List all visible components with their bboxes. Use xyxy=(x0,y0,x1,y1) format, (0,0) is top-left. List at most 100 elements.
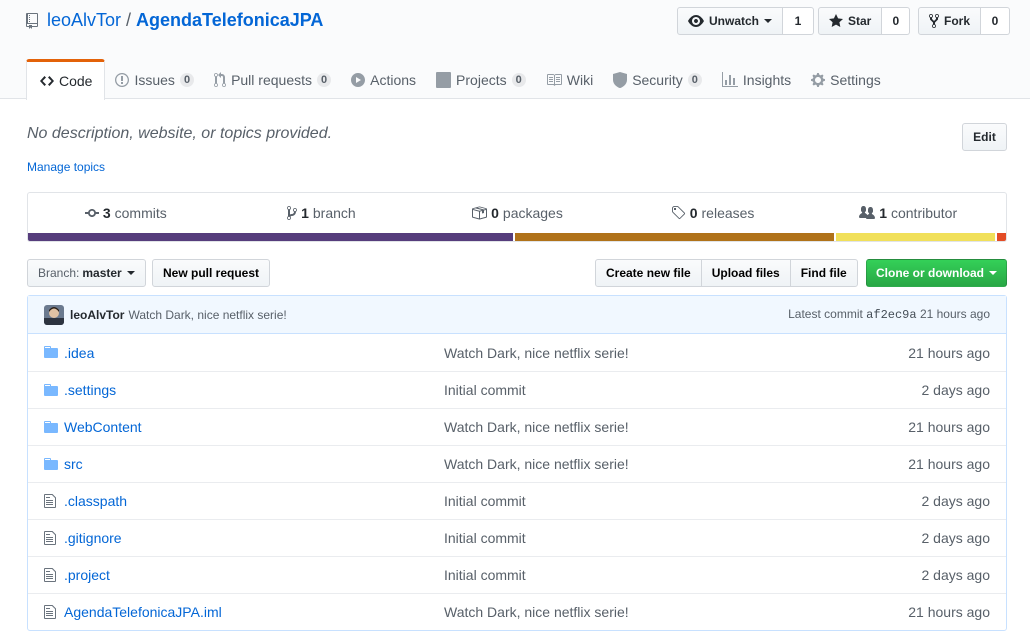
find-file-button[interactable]: Find file xyxy=(789,259,858,287)
file-commit-message[interactable]: Initial commit xyxy=(444,530,526,546)
file-commit-age: 21 hours ago xyxy=(908,419,990,435)
file-name-link[interactable]: .idea xyxy=(64,345,94,361)
releases-label: releases xyxy=(701,205,755,221)
file-commit-message[interactable]: Initial commit xyxy=(444,493,526,509)
file-name-link[interactable]: .gitignore xyxy=(64,530,122,546)
fork-label: Fork xyxy=(944,14,971,28)
tab-label: Insights xyxy=(742,71,792,88)
tab-label: Code xyxy=(59,73,93,89)
project-icon xyxy=(436,71,452,88)
repo-icon xyxy=(26,12,38,29)
package-icon xyxy=(472,206,488,220)
repo-owner-link[interactable]: leoAlvTor xyxy=(47,10,121,31)
repo-name-link[interactable]: AgendaTelefonicaJPA xyxy=(136,10,323,31)
tab-actions[interactable]: Actions xyxy=(341,59,426,100)
branch-count: 1 xyxy=(301,205,309,221)
file-name-link[interactable]: AgendaTelefonicaJPA.iml xyxy=(64,604,222,620)
file-name-link[interactable]: .settings xyxy=(64,382,116,398)
graph-icon xyxy=(721,71,738,87)
tab-issues[interactable]: Issues 0 xyxy=(105,59,204,100)
branch-name: master xyxy=(82,266,122,280)
file-commit-message[interactable]: Initial commit xyxy=(444,382,526,398)
releases-summary[interactable]: 0 releases xyxy=(615,205,811,221)
table-row: .settings Initial commit 2 days ago xyxy=(28,371,1006,408)
language-segment xyxy=(513,233,834,241)
tag-icon xyxy=(671,206,685,220)
latest-commit-prefix: Latest commit xyxy=(788,307,863,321)
file-commit-age: 21 hours ago xyxy=(908,344,990,361)
file-name-link[interactable]: WebContent xyxy=(64,419,142,435)
clone-label: Clone or download xyxy=(876,266,984,280)
file-commit-message[interactable]: Watch Dark, nice netflix serie! xyxy=(444,345,629,361)
file-commit-message[interactable]: Watch Dark, nice netflix serie! xyxy=(444,456,629,472)
tab-security[interactable]: Security 0 xyxy=(603,59,712,100)
new-pull-request-button[interactable]: New pull request xyxy=(152,259,271,287)
tab-projects[interactable]: Projects 0 xyxy=(426,59,536,100)
issues-counter: 0 xyxy=(179,72,195,87)
unwatch-label: Unwatch xyxy=(709,14,760,28)
file-commit-age: 2 days ago xyxy=(921,530,991,546)
star-button[interactable]: Star xyxy=(818,7,883,35)
gear-icon xyxy=(811,72,826,87)
tab-wiki[interactable]: Wiki xyxy=(536,59,603,100)
clone-or-download-button[interactable]: Clone or download xyxy=(866,259,1007,287)
file-commit-message[interactable]: Watch Dark, nice netflix serie! xyxy=(444,419,629,435)
tab-insights[interactable]: Insights xyxy=(712,59,801,100)
eye-icon xyxy=(688,15,704,27)
file-name-link[interactable]: .classpath xyxy=(64,493,127,509)
table-row: WebContent Watch Dark, nice netflix serie… xyxy=(28,408,1006,445)
commit-author[interactable]: leoAlvTor xyxy=(70,308,124,322)
file-name-link[interactable]: src xyxy=(64,456,83,472)
fork-button[interactable]: Fork xyxy=(918,7,982,35)
language-bar[interactable] xyxy=(28,233,1006,241)
branch-prefix: Branch: xyxy=(38,266,80,280)
tab-label: Issues xyxy=(134,71,175,88)
file-icon xyxy=(44,530,60,546)
commits-summary[interactable]: 3 commits xyxy=(28,205,224,221)
unwatch-button[interactable]: Unwatch xyxy=(677,7,784,35)
repo-title: leoAlvTor / AgendaTelefonicaJPA xyxy=(26,10,323,31)
contributors-summary[interactable]: 1 contributor xyxy=(810,205,1006,221)
latest-commit-bar: leoAlvTor Watch Dark, nice netflix serie… xyxy=(28,296,1006,334)
contributors-count: 1 xyxy=(879,205,887,221)
file-commit-message[interactable]: Watch Dark, nice netflix serie! xyxy=(444,604,629,620)
tab-pull-requests[interactable]: Pull requests 0 xyxy=(204,59,341,100)
people-icon xyxy=(859,206,876,219)
edit-description-button[interactable]: Edit xyxy=(962,123,1007,151)
packages-summary[interactable]: 0 packages xyxy=(419,205,615,221)
manage-topics-link[interactable]: Manage topics xyxy=(27,160,105,174)
repo-forked-icon xyxy=(929,13,939,29)
packages-label: packages xyxy=(502,205,563,221)
security-counter: 0 xyxy=(687,72,702,87)
tab-label: Security xyxy=(632,71,683,88)
git-branch-icon xyxy=(287,206,298,220)
commit-sha[interactable]: af2ec9a xyxy=(866,308,916,322)
folder-icon xyxy=(44,382,60,398)
upload-files-button[interactable]: Upload files xyxy=(700,259,791,287)
chevron-down-icon xyxy=(126,271,135,275)
commit-message[interactable]: Watch Dark, nice netflix serie! xyxy=(128,308,286,322)
stargazers-count[interactable]: 0 xyxy=(882,7,911,35)
shield-icon xyxy=(613,71,628,88)
tab-code[interactable]: Code xyxy=(26,59,106,100)
tab-settings[interactable]: Settings xyxy=(801,59,891,100)
issue-opened-icon xyxy=(115,72,130,87)
forks-count[interactable]: 0 xyxy=(981,7,1011,35)
branches-summary[interactable]: 1 branch xyxy=(224,205,420,221)
branch-label: branch xyxy=(312,205,356,221)
branch-select-button[interactable]: Branch: master xyxy=(27,259,146,287)
file-commit-message[interactable]: Initial commit xyxy=(444,567,526,583)
language-segment xyxy=(28,233,514,241)
table-row: src Watch Dark, nice netflix serie! 21 hou… xyxy=(28,445,1006,482)
repo-summary: 3 commits 1 branch 0 packages 0 releases… xyxy=(27,192,1007,242)
avatar[interactable] xyxy=(44,304,64,325)
play-icon xyxy=(351,72,366,87)
file-name-link[interactable]: .project xyxy=(64,567,110,583)
file-commit-age: 2 days ago xyxy=(921,382,991,398)
file-list: leoAlvTor Watch Dark, nice netflix serie… xyxy=(27,295,1007,631)
code-icon xyxy=(40,76,54,86)
file-commit-age: 21 hours ago xyxy=(908,456,990,472)
file-commit-age: 21 hours ago xyxy=(908,604,990,620)
create-new-file-button[interactable]: Create new file xyxy=(595,259,702,287)
watchers-count[interactable]: 1 xyxy=(783,7,815,35)
